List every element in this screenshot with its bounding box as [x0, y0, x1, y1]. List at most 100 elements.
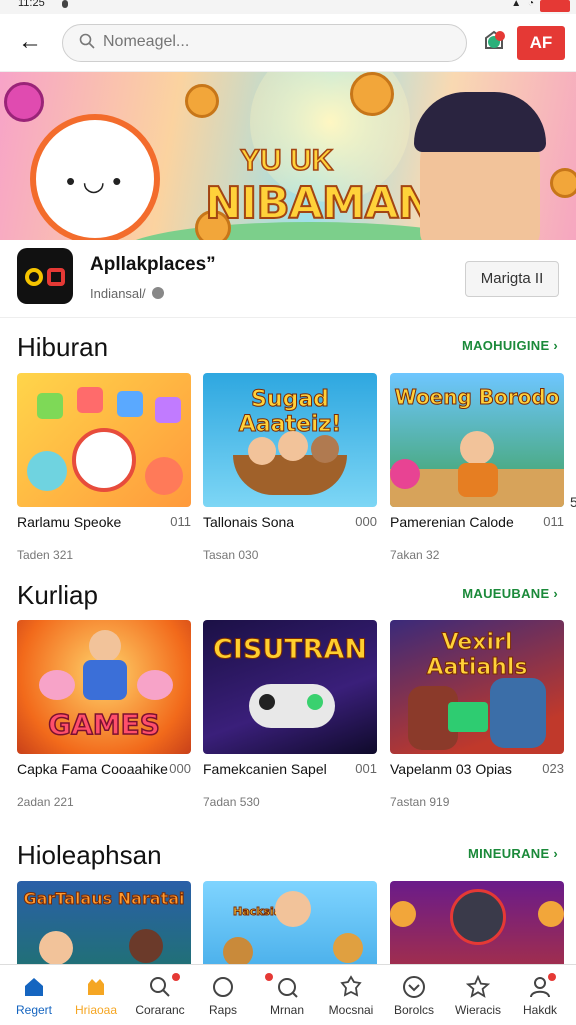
star-icon: [466, 975, 490, 998]
top-bar: ← AF: [0, 14, 576, 72]
game-count: 000: [169, 761, 191, 776]
tab-label: Hakdk: [522, 1003, 557, 1017]
game-thumbnail: CISUTRAN: [203, 620, 377, 754]
home-icon: [25, 978, 43, 996]
more-label: MINEURANE: [468, 846, 550, 861]
notification-dot: [265, 973, 273, 981]
notification-bell-icon[interactable]: [480, 28, 508, 56]
app-logo[interactable]: [17, 248, 73, 304]
game-card[interactable]: CISUTRAN Famekcanien Sapel 001 7adan 530: [203, 620, 377, 809]
banner-title: NIBAMAN: [204, 177, 435, 230]
game-name: Rarlamu Speoke: [17, 514, 122, 530]
game-card[interactable]: Woeng Borodo Pamerenian Calode 011 7akan …: [390, 373, 564, 562]
account-badge-button[interactable]: AF: [517, 26, 565, 60]
game-subtitle: Taden 321: [17, 548, 74, 562]
section-kurliap: Kurliap MAUEUBANE › GAMES Capka Fama Coo…: [0, 566, 576, 816]
game-subtitle: 7adan 530: [203, 795, 260, 809]
tab-wieracis[interactable]: Wieracis: [446, 965, 510, 1025]
banner-coin: [550, 168, 576, 198]
section-more-link[interactable]: MINEURANE ›: [468, 846, 558, 861]
section-hioleaphsan: Hioleaphsan MINEURANE › GarTalaus Narata…: [0, 826, 576, 1015]
globe-icon: [151, 287, 164, 299]
tab-mocsnai[interactable]: Mocsnai: [319, 965, 383, 1025]
circle-icon: [213, 977, 233, 997]
tab-label: Raps: [208, 1003, 237, 1017]
tab-mrnan[interactable]: Mrnan: [255, 965, 319, 1025]
game-title: Rarlamu Speoke 011: [17, 514, 191, 530]
thumbnail-title: Sugad Aaateiz!: [238, 387, 342, 438]
section-more-link[interactable]: MAOHUIGINE ›: [462, 338, 558, 353]
status-bar: 11:25 ▲ ◔: [0, 0, 576, 14]
app-action-button[interactable]: Marigta II: [465, 261, 559, 297]
app-subtitle-text: Indiansal/: [90, 286, 146, 301]
game-subtitle: Tasan 030: [203, 548, 259, 562]
hero-banner[interactable]: • ◡ • YU UK NIBAMAN: [0, 72, 576, 240]
banner-title-top: YU UK: [239, 143, 334, 178]
section-title: Hioleaphsan: [17, 840, 162, 870]
bag-icon: [88, 979, 104, 995]
game-name: Tallonais Sona: [203, 514, 295, 530]
game-title: Famekcanien Sapel 001: [203, 761, 377, 777]
back-arrow-icon[interactable]: ←: [16, 28, 44, 56]
game-card[interactable]: GAMES Capka Fama Cooaahike 000 2adan 221: [17, 620, 191, 809]
app-name: Apllakplaces”: [90, 254, 216, 275]
thumbnail-title: Woeng Borodo: [394, 385, 560, 410]
status-time: 11:25: [18, 0, 45, 9]
game-count: 011: [170, 514, 191, 529]
tab-raps[interactable]: Raps: [191, 965, 255, 1025]
game-thumbnail: Woeng Borodo: [390, 373, 564, 507]
tab-label: Coraranc: [135, 1003, 185, 1017]
tab-label: Borolcs: [393, 1003, 434, 1017]
game-title: Vapelanm 03 Opias 023: [390, 761, 564, 777]
game-thumbnail: Vexirl Aatiahls: [390, 620, 564, 754]
game-card[interactable]: Sugad Aaateiz! Tallonais Sona 000 Tasan 0…: [203, 373, 377, 562]
tab-hakdk[interactable]: Hakdk: [508, 965, 572, 1025]
game-count: 011: [543, 514, 564, 529]
game-title: Tallonais Sona 000: [203, 514, 377, 530]
tab-hriaoaa[interactable]: Hriaoaa: [64, 965, 128, 1025]
banner-coin: [350, 72, 394, 116]
bottom-tab-bar: Regert Hriaoaa Coraranc Raps Mrnan Mocsn…: [0, 964, 576, 1024]
tab-label: Hriaoaa: [74, 1003, 118, 1017]
battery-icon: [540, 0, 570, 12]
section-more-link[interactable]: MAUEUBANE ›: [462, 586, 558, 601]
banner-coin: [185, 84, 219, 118]
search-input[interactable]: [103, 33, 443, 51]
thumbnail-title: CISUTRAN: [213, 634, 368, 666]
game-title: Capka Fama Cooaahike 000: [17, 761, 191, 777]
game-thumbnail: [17, 373, 191, 507]
banner-mascot-left: • ◡ •: [30, 114, 160, 240]
game-count: 000: [355, 514, 377, 529]
game-subtitle: 2adan 221: [17, 795, 74, 809]
game-card[interactable]: Vexirl Aatiahls Vapelanm 03 Opias 023 7as…: [390, 620, 564, 809]
game-name: Capka Fama Cooaahike: [17, 761, 168, 777]
tab-label: Mrnan: [269, 1003, 304, 1017]
app-info-row: Apllakplaces” Indiansal/ Marigta II 5: [0, 240, 576, 510]
game-card[interactable]: Rarlamu Speoke 011 Taden 321: [17, 373, 191, 562]
puzzle-icon: [340, 975, 362, 997]
game-count: 023: [542, 761, 564, 776]
thumbnail-title: GAMES: [47, 707, 160, 742]
signal-wifi-icon: ▲ ◔: [511, 0, 536, 9]
game-name: Vapelanm 03 Opias: [390, 761, 512, 777]
app-subtitle: Indiansal/: [90, 286, 164, 301]
banner-gem: [4, 82, 44, 122]
game-count: 001: [355, 761, 377, 776]
tab-borolcs[interactable]: Borolcs: [382, 965, 446, 1025]
search-bar[interactable]: [62, 24, 467, 62]
game-title: Pamerenian Calode 011: [390, 514, 564, 530]
banner-character-right: [414, 92, 546, 240]
section-hiburan: Hiburan MAOHUIGINE › Rarlamu Speoke 011 T…: [0, 318, 576, 568]
more-label: MAOHUIGINE: [461, 338, 550, 353]
more-label: MAUEUBANE: [462, 586, 550, 601]
game-subtitle: 7akan 32: [390, 548, 440, 562]
chevron-circle-icon: [403, 976, 425, 998]
search-icon: [79, 33, 95, 49]
tab-label: Mocsnai: [328, 1003, 374, 1017]
game-thumbnail: Sugad Aaateiz!: [203, 373, 377, 507]
tab-regert[interactable]: Regert: [2, 965, 66, 1025]
section-title: Kurliap: [17, 580, 98, 610]
tab-coraranc[interactable]: Coraranc: [128, 965, 192, 1025]
notification-dot: [172, 973, 180, 981]
game-subtitle: 7astan 919: [390, 795, 450, 809]
